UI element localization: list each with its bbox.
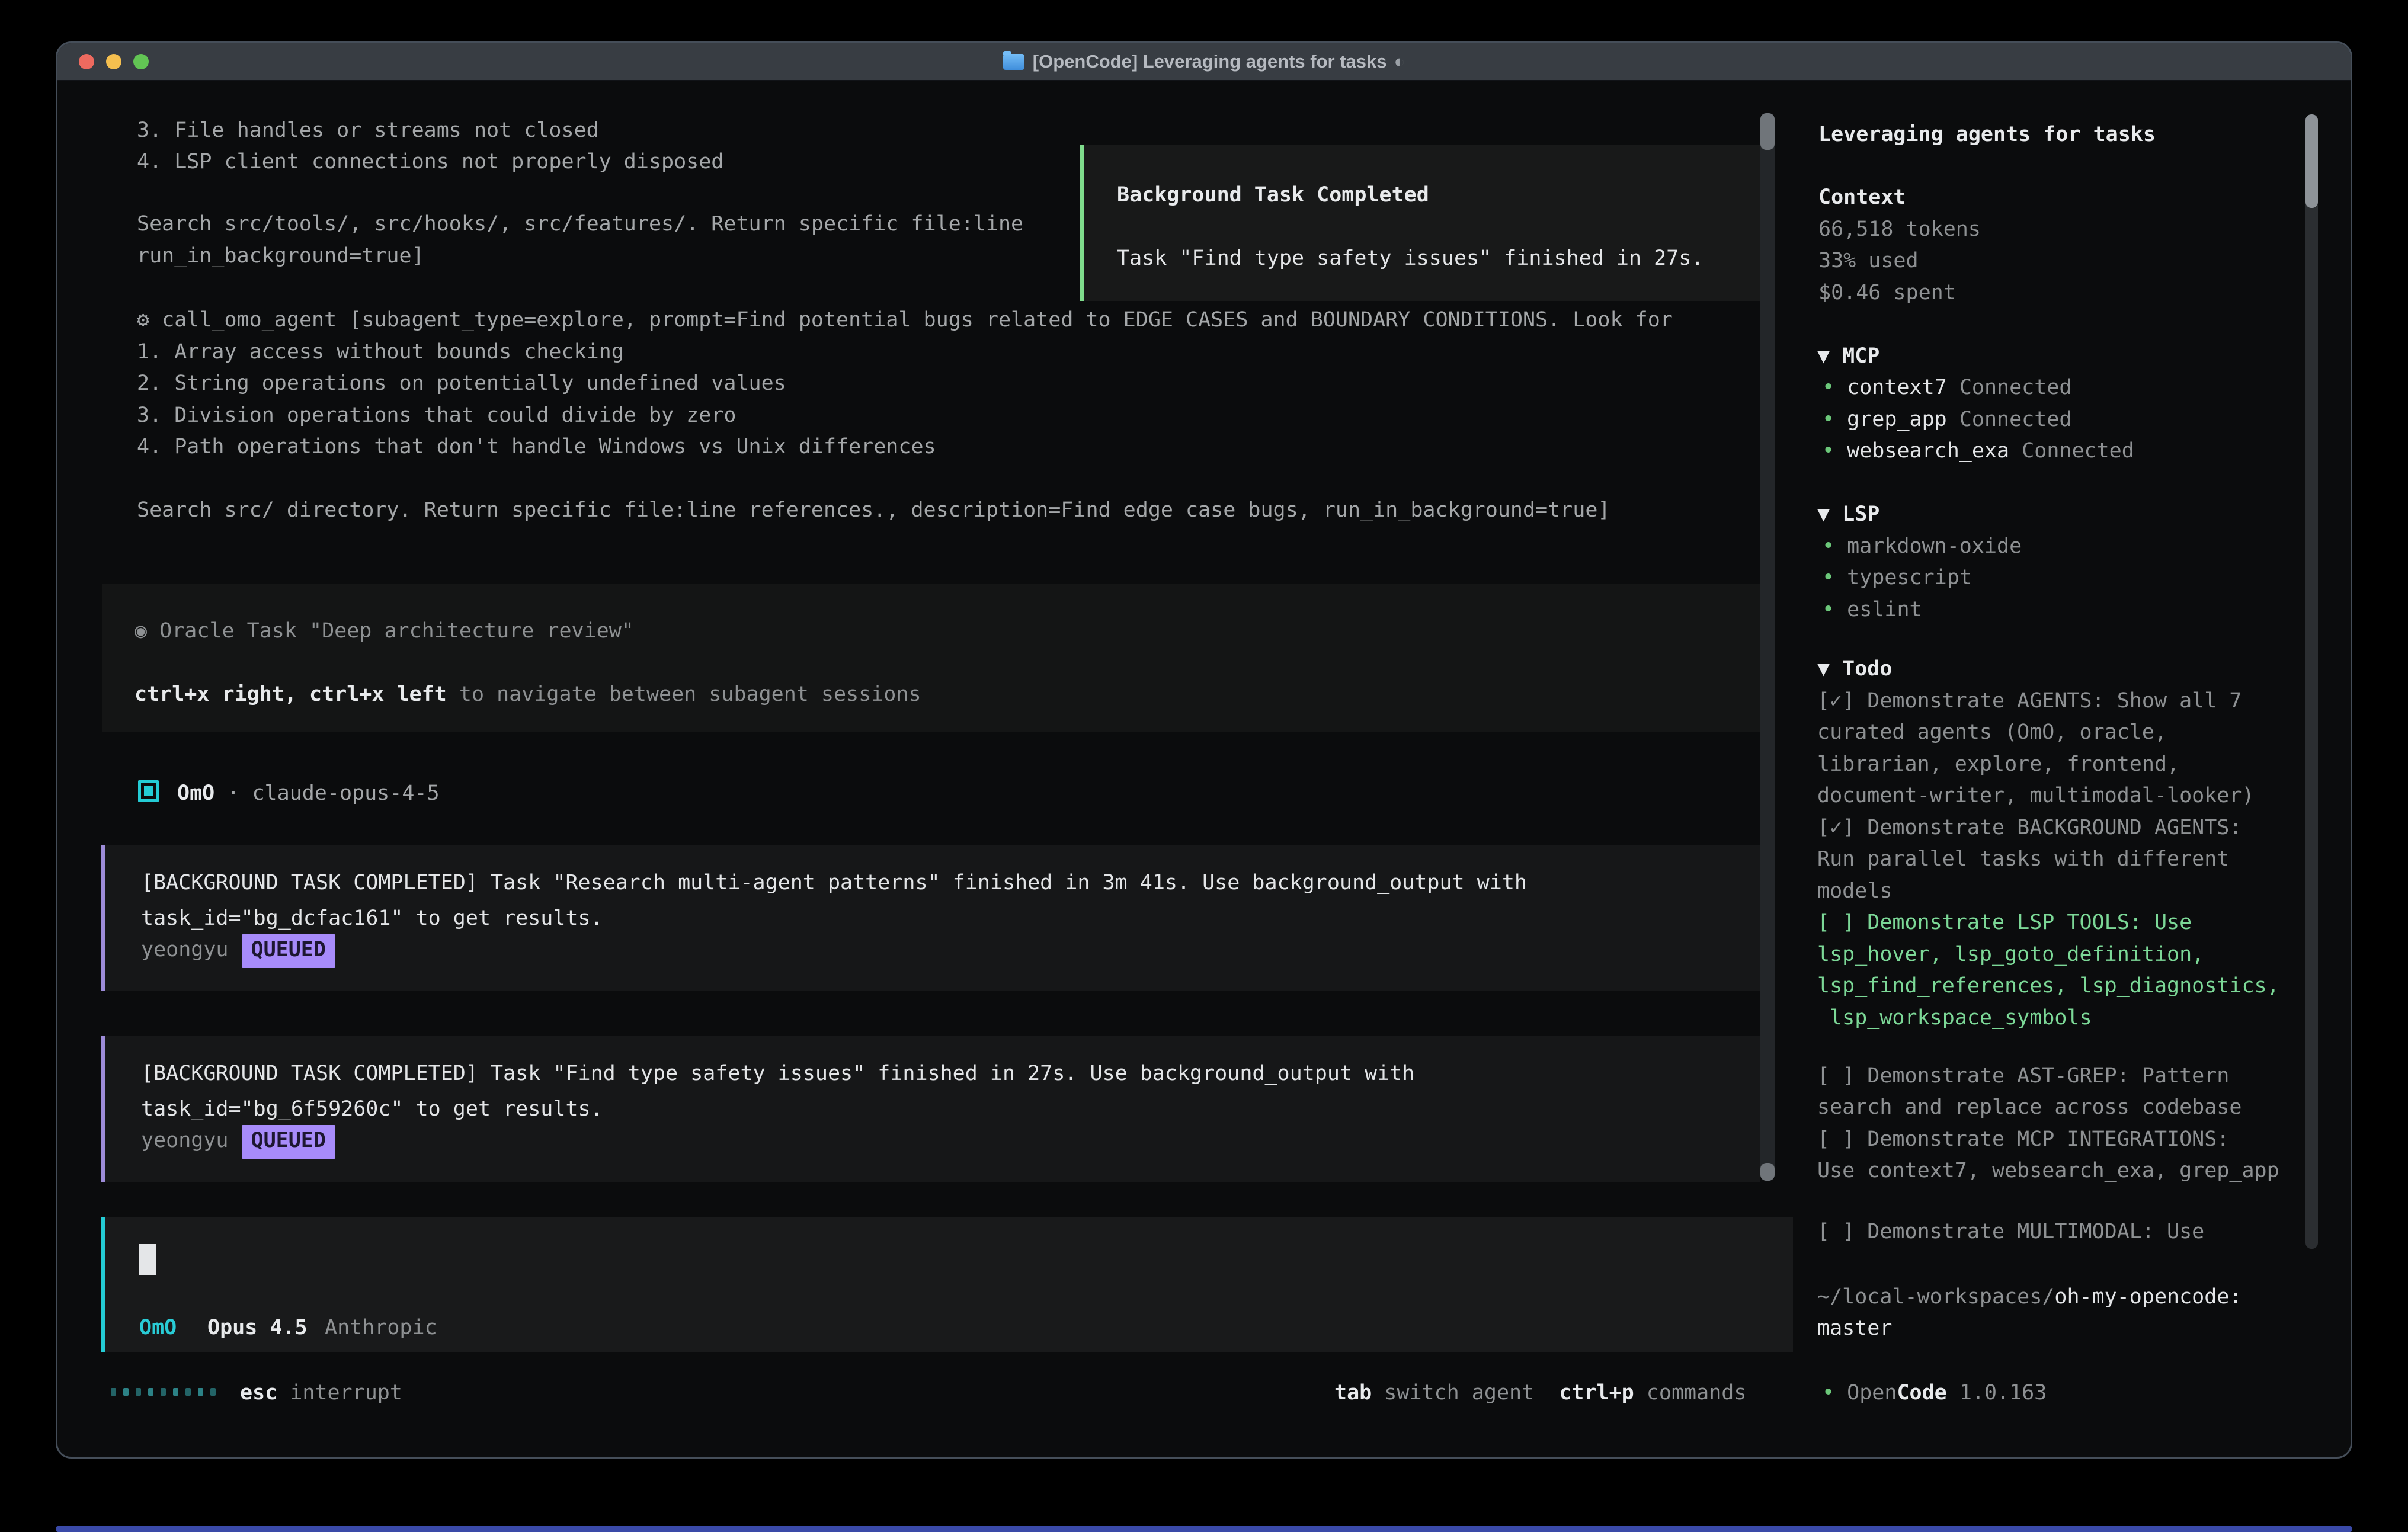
context-heading: Context xyxy=(1818,182,1906,213)
task-meta: yeongyu QUEUED xyxy=(141,934,335,968)
main-scrollbar-thumb-end[interactable] xyxy=(1760,1163,1775,1181)
terminal-line: Search src/tools/, src/hooks/, src/featu… xyxy=(137,209,1023,240)
task-user: yeongyu xyxy=(141,1129,229,1152)
sidebar-scrollbar-thumb[interactable] xyxy=(2305,114,2318,208)
todo-item-done: Run parallel tasks with different xyxy=(1817,844,2229,875)
status-dot-icon: • xyxy=(1822,598,1834,621)
terminal-line: 2. String operations on potentially unde… xyxy=(137,368,786,399)
terminal-line: run_in_background=true] xyxy=(137,241,424,272)
todo-item-active: lsp_find_references, lsp_diagnostics, xyxy=(1817,970,2279,1002)
terminal-line: 4. Path operations that don't handle Win… xyxy=(137,431,936,463)
mcp-item: • websearch_exa Connected xyxy=(1822,435,2134,467)
window-titlebar[interactable]: [OpenCode] Leveraging agents for tasks ◐ xyxy=(57,43,2351,81)
task-line1: [BACKGROUND TASK COMPLETED] Task "Resear… xyxy=(141,867,1527,899)
status-dot-icon: • xyxy=(1822,566,1834,589)
terminal-line: 3. Division operations that could divide… xyxy=(137,400,736,431)
mcp-item: • grep_app Connected xyxy=(1822,404,2071,435)
opencode-version: • OpenCode 1.0.163 xyxy=(1822,1377,2047,1409)
lsp-section-header[interactable]: ▼ LSP xyxy=(1817,499,1879,530)
todo-item-active: lsp_workspace_symbols xyxy=(1817,1002,2092,1034)
collapse-triangle-icon: ▼ xyxy=(1817,502,1830,526)
queued-badge: QUEUED xyxy=(242,1125,335,1159)
collapse-triangle-icon: ▼ xyxy=(1817,657,1830,681)
collapse-triangle-icon: ▼ xyxy=(1817,344,1830,368)
tab-key-hint: tab xyxy=(1334,1381,1372,1405)
provider-label: Anthropic xyxy=(325,1312,437,1344)
task-message: [BACKGROUND TASK COMPLETED] Task "Resear… xyxy=(101,845,1760,991)
todo-item-pending: Use context7, websearch_exa, grep_app xyxy=(1817,1155,2279,1187)
omo-agent-icon xyxy=(138,780,159,802)
commands-key-hint: ctrl+p xyxy=(1559,1381,1634,1405)
todo-item-pending: [ ] Demonstrate MCP INTEGRATIONS: xyxy=(1817,1124,2229,1155)
active-agent-label: OmO xyxy=(139,1312,177,1344)
todo-item-done: curated agents (OmO, oracle, xyxy=(1817,717,2167,748)
background-task-toast[interactable]: Background Task Completed Task "Find typ… xyxy=(1080,145,1767,301)
session-indicator-icon: ◐ xyxy=(1394,51,1405,72)
status-dot-icon: • xyxy=(1822,534,1834,558)
lsp-item: • typescript xyxy=(1822,562,1972,594)
main-scrollbar-thumb[interactable] xyxy=(1760,113,1775,150)
toast-body: Task "Find type safety issues" finished … xyxy=(1117,243,1703,274)
toast-title: Background Task Completed xyxy=(1117,180,1429,211)
keybinding: ctrl+x right, ctrl+x left xyxy=(135,682,447,706)
agent-call-line: ⚙ call_omo_agent [subagent_type=explore,… xyxy=(137,305,1673,336)
agent-header-text: OmO · claude-opus-4-5 xyxy=(177,778,440,809)
workspace-path: ~/local-workspaces/oh-my-opencode: xyxy=(1817,1281,2242,1313)
task-line1: [BACKGROUND TASK COMPLETED] Task "Find t… xyxy=(141,1058,1414,1089)
todo-item-pending: [ ] Demonstrate AST-GREP: Pattern xyxy=(1817,1060,2229,1092)
task-user: yeongyu xyxy=(141,938,229,961)
todo-item-done: librarian, explore, frontend, xyxy=(1817,749,2179,780)
statusbar-left: esc interrupt xyxy=(240,1377,402,1409)
oracle-hint-line: ctrl+x right, ctrl+x left to navigate be… xyxy=(135,679,921,710)
context-used: 33% used xyxy=(1818,245,1919,277)
statusbar-right: tab switch agent ctrl+p commands xyxy=(1334,1377,1746,1409)
mcp-section-header[interactable]: ▼ MCP xyxy=(1817,341,1879,372)
gear-icon: ⚙ xyxy=(137,308,149,332)
session-title: Leveraging agents for tasks xyxy=(1818,119,2156,150)
lsp-item: • eslint xyxy=(1822,594,1922,626)
task-message: [BACKGROUND TASK COMPLETED] Task "Find t… xyxy=(101,1036,1760,1182)
terminal-line: 1. Array access without bounds checking xyxy=(137,336,624,368)
todo-item-done: [✓] Demonstrate AGENTS: Show all 7 xyxy=(1817,685,2242,717)
status-dot-icon: • xyxy=(1822,408,1834,431)
context-spent: $0.46 spent xyxy=(1818,277,1956,309)
prompt-input[interactable]: OmO Opus 4.5 Anthropic xyxy=(101,1217,1793,1352)
todo-item-pending: search and replace across codebase xyxy=(1817,1092,2242,1123)
todo-item-done: [✓] Demonstrate BACKGROUND AGENTS: xyxy=(1817,812,2242,844)
todo-item-active: lsp_hover, lsp_goto_definition, xyxy=(1817,939,2204,970)
terminal-line: 3. File handles or streams not closed xyxy=(137,115,599,146)
working-spinner xyxy=(111,1388,216,1396)
terminal-line: 4. LSP client connections not properly d… xyxy=(137,146,723,178)
esc-key-hint: esc xyxy=(240,1381,277,1405)
app-folder-icon xyxy=(1003,54,1024,70)
context-tokens: 66,518 tokens xyxy=(1818,214,1981,245)
todo-item-pending: [ ] Demonstrate MULTIMODAL: Use xyxy=(1817,1216,2204,1248)
todo-item-done: document-writer, multimodal-looker) xyxy=(1817,780,2255,812)
oracle-task-panel: ◉ Oracle Task "Deep architecture review"… xyxy=(102,584,1761,732)
record-icon: ◉ xyxy=(135,619,147,643)
todo-section-header[interactable]: ▼ Todo xyxy=(1817,653,1892,685)
task-line2: task_id="bg_6f59260c" to get results. xyxy=(141,1094,603,1125)
status-dot-icon: • xyxy=(1822,376,1834,399)
queued-badge: QUEUED xyxy=(242,934,335,968)
oracle-task-line: ◉ Oracle Task "Deep architecture review" xyxy=(135,616,634,647)
status-dot-icon: • xyxy=(1822,1381,1834,1405)
todo-item-active: [ ] Demonstrate LSP TOOLS: Use xyxy=(1817,907,2192,938)
sidebar-scrollbar[interactable] xyxy=(2305,114,2318,1249)
active-model-label: Opus 4.5 xyxy=(207,1312,308,1344)
workspace-branch: master xyxy=(1817,1313,1892,1344)
lsp-item: • markdown-oxide xyxy=(1822,531,2022,562)
window-title-row: [OpenCode] Leveraging agents for tasks ◐ xyxy=(57,51,2351,72)
todo-item-done: models xyxy=(1817,876,1892,907)
mcp-item: • context7 Connected xyxy=(1822,372,2071,403)
app-window: [OpenCode] Leveraging agents for tasks◐ … xyxy=(56,41,2352,1459)
status-dot-icon: • xyxy=(1822,439,1834,463)
task-line2: task_id="bg_dcfac161" to get results. xyxy=(141,903,603,934)
task-meta: yeongyu QUEUED xyxy=(141,1125,335,1159)
window-title: [OpenCode] Leveraging agents for tasks xyxy=(1033,51,1387,72)
background-window-edge xyxy=(56,1526,2352,1532)
main-scrollbar[interactable] xyxy=(1760,113,1775,1181)
text-cursor xyxy=(139,1244,156,1275)
terminal-line: Search src/ directory. Return specific f… xyxy=(137,495,1610,526)
